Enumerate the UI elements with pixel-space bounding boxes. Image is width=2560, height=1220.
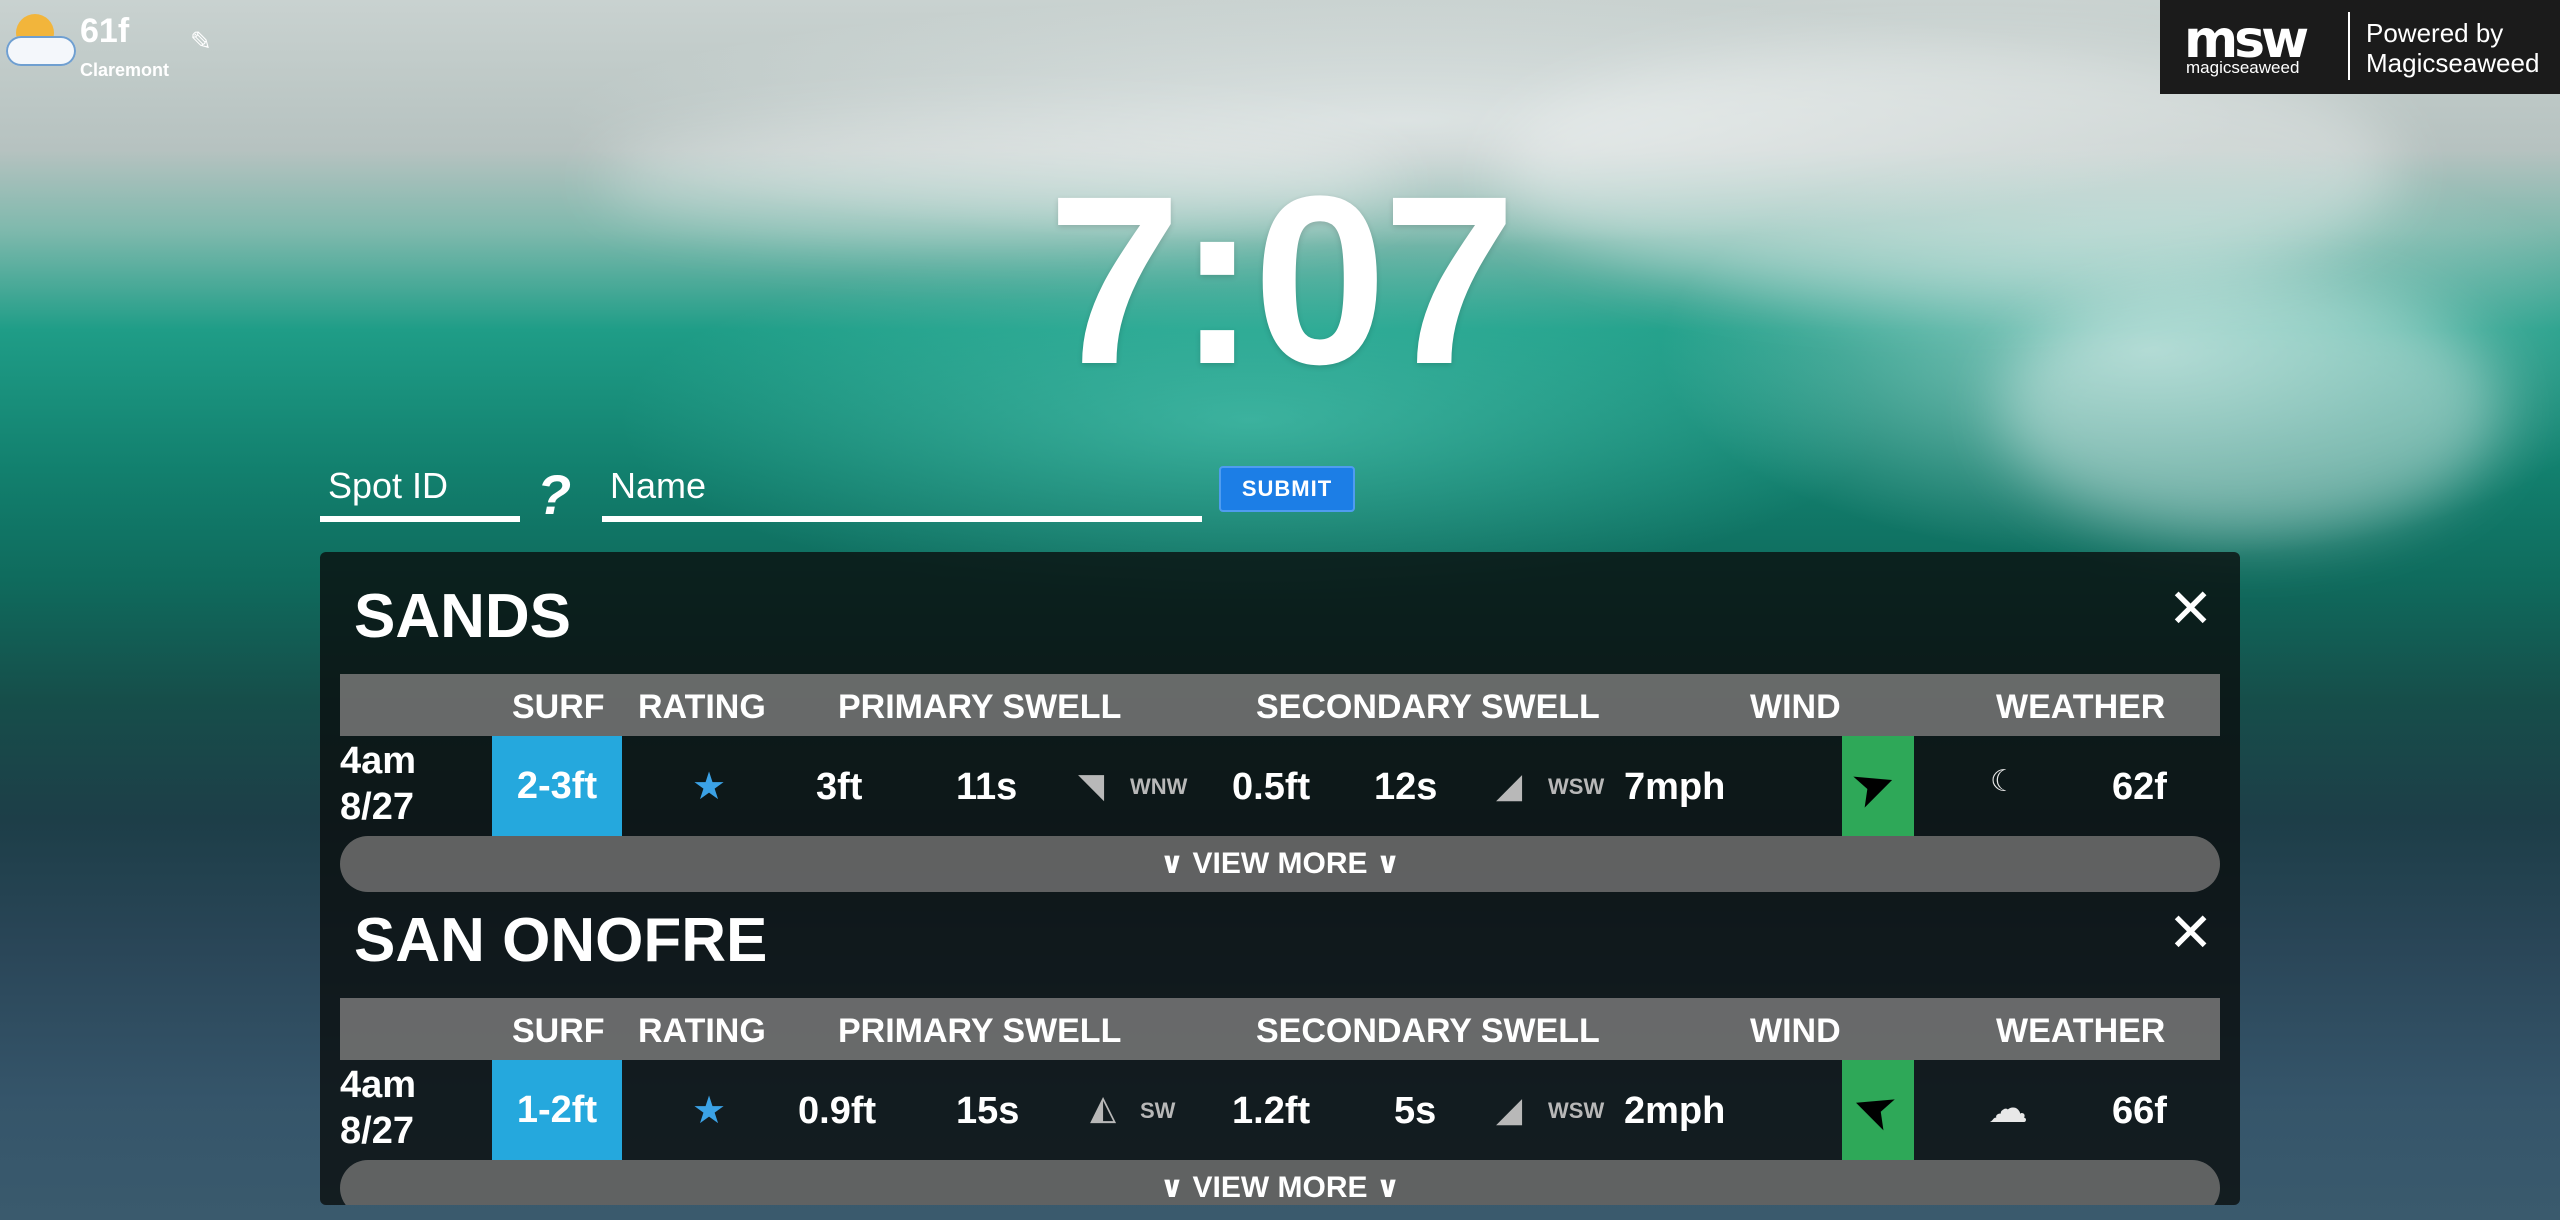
view-more-button[interactable]: ∨ VIEW MORE ∨ <box>340 1160 2220 1205</box>
powered-by-label: Powered by <box>2366 18 2504 48</box>
weather-widget: 61f Claremont <box>2 8 192 80</box>
swell-direction-arrow-icon: ◥ <box>1078 767 1105 805</box>
header-primary-swell: PRIMARY SWELL <box>838 688 1122 726</box>
surf-height: 1-2ft <box>492 1060 622 1160</box>
primary-swell-period: 15s <box>956 1090 1020 1132</box>
powered-by-text: Powered by Magicseaweed <box>2366 18 2539 78</box>
forecast-time: 4am 8/27 <box>340 1062 416 1154</box>
magicseaweed-logo[interactable]: msw magicseaweed Powered by Magicseaweed <box>2160 0 2560 94</box>
surf-height: 2-3ft <box>492 736 622 836</box>
secondary-swell-direction: WSW <box>1548 1098 1605 1123</box>
wind-arrow-icon: ➤ <box>1843 751 1905 821</box>
spot-name: SAN ONOFRE <box>354 906 768 975</box>
swell-direction-arrow-icon: ◭ <box>1090 1089 1117 1127</box>
star-icon: ★ <box>692 766 727 808</box>
spot-card: SAN ONOFRE ✕ SURF RATING PRIMARY SWELL S… <box>320 876 2240 1205</box>
logo-divider <box>2348 12 2350 80</box>
pencil-icon[interactable]: ✎ <box>190 26 212 57</box>
location-name: Claremont <box>80 60 170 80</box>
primary-swell-height: 3ft <box>816 766 863 808</box>
column-headers: SURF RATING PRIMARY SWELL SECONDARY SWEL… <box>340 998 2220 1060</box>
time-label: 4am <box>340 1064 417 1106</box>
wind-direction-cell: ➤ <box>1842 736 1914 836</box>
primary-swell-direction: SW <box>1140 1098 1176 1123</box>
forecast-row: 4am 8/27 2-3ft ★ 3ft 11s ◥ WNW 0.5ft 12s… <box>340 736 2220 836</box>
spot-card: SANDS ✕ SURF RATING PRIMARY SWELL SECOND… <box>320 552 2240 892</box>
header-rating: RATING <box>638 1012 766 1050</box>
close-icon[interactable]: ✕ <box>2168 906 2213 960</box>
msw-logo-sub: magicseaweed <box>2186 58 2300 77</box>
wind-speed: 7mph <box>1624 766 1726 808</box>
secondary-swell-height: 0.5ft <box>1232 766 1311 808</box>
forecast-panel: SANDS ✕ SURF RATING PRIMARY SWELL SECOND… <box>320 552 2240 1205</box>
help-icon[interactable]: ? <box>537 462 571 527</box>
star-icon: ★ <box>692 1090 727 1132</box>
secondary-swell-direction: WSW <box>1548 774 1605 799</box>
wind-arrow-icon: ➤ <box>1843 1075 1905 1145</box>
header-wind: WIND <box>1750 1012 1841 1050</box>
header-weather: WEATHER <box>1996 688 2166 726</box>
header-surf: SURF <box>512 688 605 726</box>
swell-direction-arrow-icon: ◢ <box>1496 767 1523 805</box>
name-input[interactable] <box>602 456 1202 522</box>
header-secondary-swell: SECONDARY SWELL <box>1256 1012 1600 1050</box>
cloud-icon: ☁ <box>1988 1087 2028 1131</box>
clock: 7:07 <box>1047 146 1516 414</box>
time-label: 4am <box>340 740 417 782</box>
primary-swell-period: 11s <box>956 766 1018 808</box>
brand-name: Magicseaweed <box>2366 48 2540 78</box>
swell-direction-arrow-icon: ◢ <box>1496 1091 1523 1129</box>
spot-name: SANDS <box>354 582 572 651</box>
cloud-icon <box>6 36 76 66</box>
header-surf: SURF <box>512 1012 605 1050</box>
forecast-time: 4am 8/27 <box>340 738 416 830</box>
header-primary-swell: PRIMARY SWELL <box>838 1012 1122 1050</box>
forecast-row: 4am 8/27 1-2ft ★ 0.9ft 15s ◭ SW 1.2ft 5s… <box>340 1060 2220 1160</box>
submit-button[interactable]: SUBMIT <box>1219 466 1355 512</box>
current-temperature: 61f <box>80 12 130 50</box>
secondary-swell-period: 5s <box>1394 1090 1437 1132</box>
wind-speed: 2mph <box>1624 1090 1726 1132</box>
header-rating: RATING <box>638 688 766 726</box>
secondary-swell-height: 1.2ft <box>1232 1090 1311 1132</box>
secondary-swell-period: 12s <box>1374 766 1438 808</box>
close-icon[interactable]: ✕ <box>2168 582 2213 636</box>
primary-swell-height: 0.9ft <box>798 1090 877 1132</box>
wind-direction-cell: ➤ <box>1842 1060 1914 1160</box>
date-label: 8/27 <box>340 1110 414 1152</box>
column-headers: SURF RATING PRIMARY SWELL SECONDARY SWEL… <box>340 674 2220 736</box>
spot-id-input[interactable] <box>320 456 520 522</box>
moon-icon: ☾ <box>1990 765 2017 798</box>
primary-swell-direction: WNW <box>1130 774 1188 799</box>
header-weather: WEATHER <box>1996 1012 2166 1050</box>
header-secondary-swell: SECONDARY SWELL <box>1256 688 1600 726</box>
date-label: 8/27 <box>340 786 414 828</box>
air-temperature: 62f <box>2112 766 2167 808</box>
air-temperature: 66f <box>2112 1090 2167 1132</box>
header-wind: WIND <box>1750 688 1841 726</box>
